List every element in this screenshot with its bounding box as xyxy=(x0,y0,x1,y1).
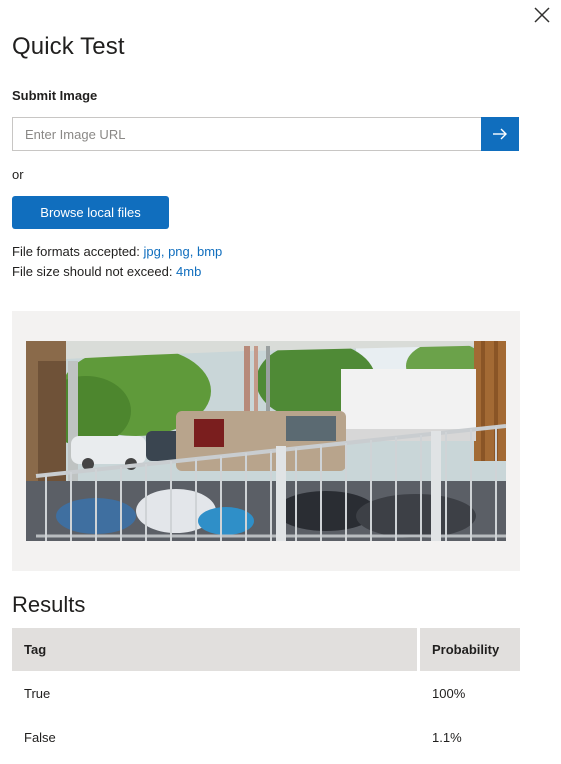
image-preview-panel xyxy=(12,311,520,571)
file-size-value: 4mb xyxy=(176,264,202,279)
results-title: Results xyxy=(12,592,86,617)
image-url-input[interactable] xyxy=(12,117,481,151)
page-title: Quick Test xyxy=(12,33,125,60)
probability-cell: 100% xyxy=(432,686,466,701)
submit-url-button[interactable] xyxy=(481,117,519,151)
column-header-tag: Tag xyxy=(12,628,417,671)
browse-local-files-button[interactable]: Browse local files xyxy=(12,196,169,229)
preview-photo xyxy=(26,341,506,541)
file-size-label: File size should not exceed: xyxy=(12,264,177,279)
column-header-probability: Probability xyxy=(420,628,520,671)
file-formats-value: jpg, png, bmp xyxy=(143,244,223,259)
table-row: False 1.1% xyxy=(12,716,520,760)
arrow-right-icon xyxy=(493,128,507,140)
or-separator: or xyxy=(12,167,24,182)
tag-cell: True xyxy=(24,686,51,701)
submit-image-label: Submit Image xyxy=(12,88,98,103)
table-row: True 100% xyxy=(12,672,520,716)
file-formats-label: File formats accepted: xyxy=(12,244,144,259)
close-icon xyxy=(534,7,550,23)
preview-image xyxy=(26,341,506,541)
close-button[interactable] xyxy=(530,4,554,28)
probability-cell: 1.1% xyxy=(432,730,462,745)
file-size-info: File size should not exceed: 4mb xyxy=(12,264,201,279)
file-formats-info: File formats accepted: jpg, png, bmp xyxy=(12,244,222,259)
tag-cell: False xyxy=(24,730,56,745)
image-url-row xyxy=(12,117,519,151)
